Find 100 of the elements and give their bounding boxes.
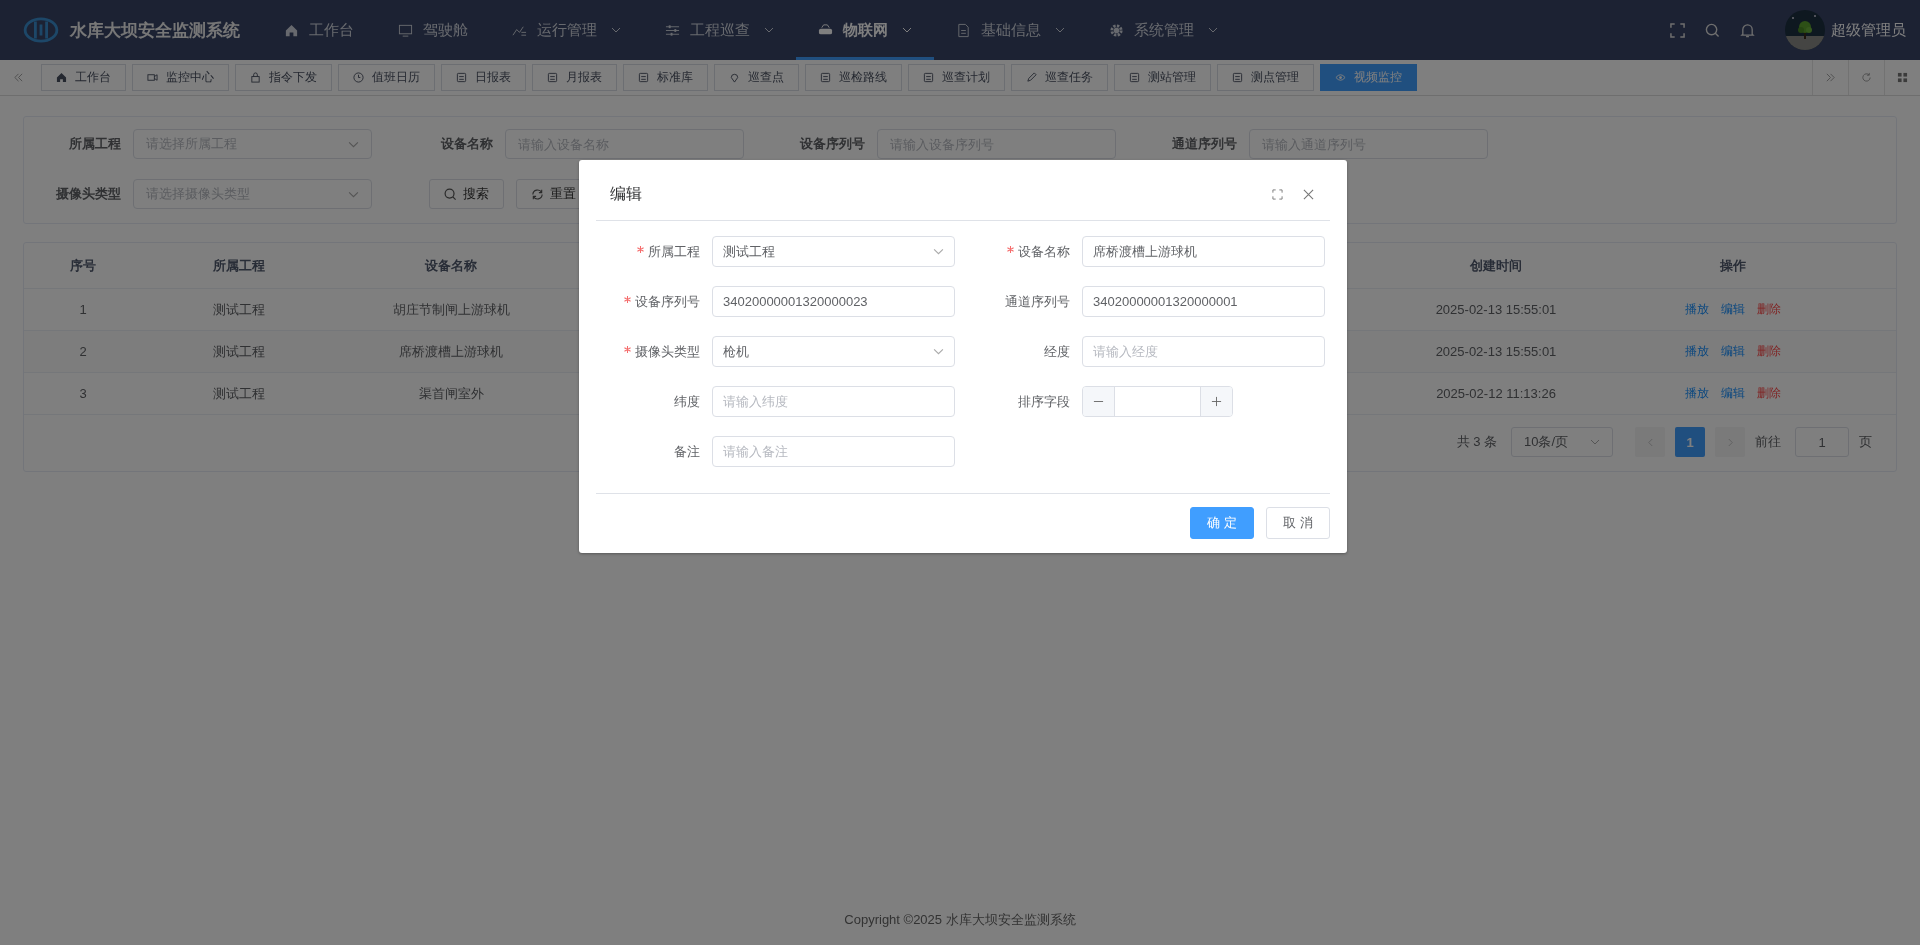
input-field[interactable]: 请输入经度 bbox=[1082, 336, 1325, 367]
camera-icon bbox=[147, 72, 158, 83]
system-title: 水库大坝安全监测系统 bbox=[70, 19, 240, 42]
action-link[interactable]: 播放 bbox=[1685, 301, 1709, 318]
dialog-title: 编辑 bbox=[610, 184, 643, 204]
action-link[interactable]: 删除 bbox=[1757, 385, 1781, 402]
action-link[interactable]: 编辑 bbox=[1721, 385, 1745, 402]
chevron-down-icon bbox=[933, 248, 944, 255]
home-icon bbox=[284, 22, 299, 38]
page-tab[interactable]: 监控中心 bbox=[132, 64, 229, 91]
settings-icon bbox=[1109, 22, 1124, 38]
action-link[interactable]: 删除 bbox=[1757, 301, 1781, 318]
double-chevron-right-icon bbox=[1825, 72, 1836, 83]
column-header: 创建时间 bbox=[1469, 256, 1523, 275]
chevron-down-icon bbox=[1590, 439, 1600, 445]
action-link[interactable]: 编辑 bbox=[1721, 343, 1745, 360]
select-field[interactable]: 测试工程 bbox=[712, 236, 955, 267]
grid-icon bbox=[1897, 72, 1908, 83]
form-label: 备注 bbox=[674, 442, 700, 461]
filter-label: 设备名称 bbox=[440, 135, 494, 153]
column-header: 序号 bbox=[69, 256, 97, 275]
table-cell-text: 3 bbox=[78, 386, 88, 401]
maximize-icon[interactable] bbox=[1272, 189, 1283, 200]
action-link[interactable]: 编辑 bbox=[1721, 301, 1745, 318]
previous-page-button[interactable] bbox=[1635, 427, 1665, 457]
page-size-select[interactable]: 10条/页 bbox=[1511, 427, 1613, 457]
bell-icon[interactable] bbox=[1740, 22, 1755, 38]
page-tab[interactable]: 测点管理 bbox=[1217, 64, 1314, 91]
action-link[interactable]: 删除 bbox=[1757, 343, 1781, 360]
page-tab[interactable]: 巡查点 bbox=[714, 64, 799, 91]
action-link[interactable]: 播放 bbox=[1685, 385, 1709, 402]
input-field[interactable]: 34020000001320000001 bbox=[1082, 286, 1325, 317]
eye-icon bbox=[1335, 72, 1346, 83]
select-field[interactable]: 枪机 bbox=[712, 336, 955, 367]
table-cell-text: 测试工程 bbox=[212, 384, 266, 403]
form-label: 纬度 bbox=[674, 392, 700, 411]
chevron-down-icon bbox=[348, 140, 359, 148]
page-tab[interactable]: 工作台 bbox=[41, 64, 126, 91]
plus-icon bbox=[1211, 396, 1222, 407]
search-icon[interactable] bbox=[1705, 22, 1720, 38]
table-cell-text: 测试工程 bbox=[212, 342, 266, 361]
decrement-button[interactable] bbox=[1083, 387, 1115, 416]
double-chevron-left-icon bbox=[12, 72, 24, 83]
filter-label: 设备序列号 bbox=[799, 135, 866, 153]
increment-button[interactable] bbox=[1200, 387, 1232, 416]
page-tab[interactable]: 测站管理 bbox=[1114, 64, 1211, 91]
table-cell-text: 渠首闸室外 bbox=[417, 384, 485, 403]
column-header: 所属工程 bbox=[212, 256, 266, 275]
fullscreen-icon[interactable] bbox=[1670, 22, 1685, 38]
confirm-button[interactable]: 确 定 bbox=[1190, 507, 1254, 539]
page-tab[interactable]: 值班日历 bbox=[338, 64, 435, 91]
menu-item[interactable]: 系统管理 bbox=[1087, 0, 1240, 60]
form-label: 摄像头类型 bbox=[635, 342, 700, 361]
table-cell-text: 2025-02-13 15:55:01 bbox=[1434, 302, 1558, 317]
input-field[interactable]: 请输入纬度 bbox=[712, 386, 955, 417]
action-link[interactable]: 播放 bbox=[1685, 343, 1709, 360]
cancel-button[interactable]: 取 消 bbox=[1266, 507, 1330, 539]
menu-item[interactable]: 基础信息 bbox=[934, 0, 1087, 60]
user-name[interactable]: 超级管理员 bbox=[1831, 20, 1906, 40]
page-tab[interactable]: 日报表 bbox=[441, 64, 526, 91]
copyright-text: Copyright ©2025 水库大坝安全监测系统 bbox=[843, 911, 1077, 929]
form-label: 设备序列号 bbox=[635, 292, 700, 311]
page-input[interactable]: 1 bbox=[1795, 427, 1849, 457]
table-cell-text: 胡庄节制闸上游球机 bbox=[391, 300, 511, 319]
form-label: 经度 bbox=[1044, 342, 1070, 361]
input-field[interactable]: 34020000001320000023 bbox=[712, 286, 955, 317]
page-tab[interactable]: 巡检路线 bbox=[805, 64, 902, 91]
table-cell-text: 席桥渡槽上游球机 bbox=[398, 342, 504, 361]
next-page-button[interactable] bbox=[1715, 427, 1745, 457]
page-tab[interactable]: 指令下发 bbox=[235, 64, 332, 91]
close-icon[interactable] bbox=[1303, 189, 1314, 200]
menu-item[interactable]: 运行管理 bbox=[490, 0, 643, 60]
table-cell-text: 2025-02-13 15:55:01 bbox=[1434, 344, 1558, 359]
lock-icon bbox=[250, 72, 261, 83]
column-header: 设备名称 bbox=[424, 256, 478, 275]
table-cell-text: 测试工程 bbox=[212, 300, 266, 319]
search-icon bbox=[444, 187, 457, 201]
menu-item[interactable]: 驾驶舱 bbox=[376, 0, 490, 60]
search-button[interactable]: 搜索 bbox=[429, 179, 504, 209]
page-tab[interactable]: 标准库 bbox=[623, 64, 708, 91]
home-icon bbox=[56, 72, 67, 83]
menu-item[interactable]: 工作台 bbox=[262, 0, 376, 60]
number-stepper[interactable] bbox=[1082, 386, 1233, 417]
refresh-icon bbox=[1861, 72, 1872, 83]
sliders-icon bbox=[665, 22, 680, 38]
location-pin-icon bbox=[729, 72, 740, 83]
filter-label: 摄像头类型 bbox=[55, 185, 122, 203]
page-tab[interactable]: 月报表 bbox=[532, 64, 617, 91]
chevron-down-icon bbox=[933, 348, 944, 355]
input-field[interactable]: 席桥渡槽上游球机 bbox=[1082, 236, 1325, 267]
table-cell-text: 2 bbox=[78, 344, 88, 359]
page-tab[interactable]: 巡查任务 bbox=[1011, 64, 1108, 91]
clock-icon bbox=[353, 72, 364, 83]
filter-label: 通道序列号 bbox=[1171, 135, 1238, 153]
input-field[interactable]: 请输入备注 bbox=[712, 436, 955, 467]
page-tab[interactable]: 视频监控 bbox=[1320, 64, 1417, 91]
form-label: 设备名称 bbox=[1018, 242, 1070, 261]
menu-item[interactable]: 工程巡查 bbox=[643, 0, 796, 60]
page-number-button[interactable]: 1 bbox=[1675, 427, 1705, 457]
page-tab[interactable]: 巡查计划 bbox=[908, 64, 1005, 91]
